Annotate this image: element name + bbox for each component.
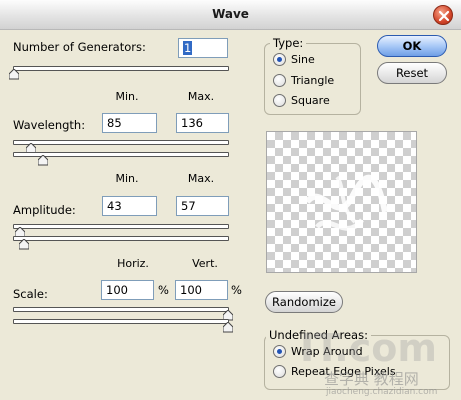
scale-vert-input[interactable]: 100 bbox=[175, 280, 228, 300]
amplitude-max-slider-thumb[interactable] bbox=[19, 239, 29, 250]
type-triangle-option[interactable]: Triangle bbox=[273, 74, 334, 87]
scale-label: Scale: bbox=[13, 287, 48, 301]
close-button[interactable] bbox=[433, 5, 453, 25]
scale-vert-unit: % bbox=[231, 283, 242, 297]
wavelength-label: Wavelength: bbox=[13, 118, 86, 132]
scale-vert-header: Vert. bbox=[192, 257, 218, 270]
wavelength-max-header: Max. bbox=[187, 90, 215, 103]
reset-button[interactable]: Reset bbox=[377, 62, 447, 84]
amplitude-max-input[interactable]: 57 bbox=[176, 196, 229, 216]
watermark-url: jiaocheng.chazidian.com bbox=[326, 387, 438, 397]
wavelength-min-input[interactable]: 85 bbox=[102, 113, 157, 133]
wavelength-max-input[interactable]: 136 bbox=[176, 113, 229, 133]
window-title: Wave bbox=[212, 7, 249, 21]
amplitude-max-header: Max. bbox=[187, 172, 215, 185]
title-bar: Wave bbox=[0, 0, 461, 30]
wave-dialog: Wave Number of Generators: 1 Min. Max. W… bbox=[0, 0, 461, 400]
wavelength-max-slider-thumb[interactable] bbox=[38, 155, 48, 166]
scale-vert-slider-track[interactable] bbox=[13, 319, 229, 324]
type-triangle-radio[interactable] bbox=[273, 74, 286, 87]
scale-horiz-unit: % bbox=[158, 283, 169, 297]
ok-button[interactable]: OK bbox=[377, 35, 447, 57]
type-square-radio[interactable] bbox=[273, 94, 286, 107]
generators-label: Number of Generators: bbox=[13, 40, 146, 54]
scale-horiz-header: Horiz. bbox=[117, 257, 149, 270]
generators-slider-track[interactable] bbox=[13, 66, 229, 71]
type-sine-label: Sine bbox=[291, 53, 315, 66]
wavelength-min-header: Min. bbox=[115, 90, 139, 103]
randomize-button[interactable]: Randomize bbox=[265, 291, 343, 313]
generators-input[interactable]: 1 bbox=[178, 38, 228, 58]
close-icon bbox=[438, 10, 450, 22]
scale-horiz-slider-track[interactable] bbox=[13, 307, 229, 312]
wave-preview-graphic bbox=[304, 174, 388, 231]
amplitude-max-slider-track[interactable] bbox=[13, 236, 229, 241]
watermark-cn: 查字典 教程网 bbox=[324, 370, 419, 388]
amplitude-min-input[interactable]: 43 bbox=[102, 196, 157, 216]
scale-vert-slider-thumb[interactable] bbox=[223, 322, 233, 333]
wave-preview bbox=[266, 131, 417, 273]
generators-value: 1 bbox=[183, 41, 193, 55]
watermark-logo: IT.com bbox=[300, 326, 437, 370]
type-square-option[interactable]: Square bbox=[273, 94, 330, 107]
amplitude-label: Amplitude: bbox=[13, 203, 76, 217]
type-sine-option[interactable]: Sine bbox=[273, 53, 315, 66]
wrap-around-radio[interactable] bbox=[273, 345, 286, 358]
type-square-label: Square bbox=[291, 94, 330, 107]
repeat-edge-radio[interactable] bbox=[273, 365, 286, 378]
type-group-label: Type: bbox=[270, 36, 307, 50]
type-sine-radio[interactable] bbox=[273, 53, 286, 66]
amplitude-min-header: Min. bbox=[115, 172, 139, 185]
type-triangle-label: Triangle bbox=[291, 74, 335, 87]
generators-slider-thumb[interactable] bbox=[9, 69, 19, 80]
scale-horiz-input[interactable]: 100 bbox=[101, 280, 154, 300]
amplitude-min-slider-track[interactable] bbox=[13, 224, 229, 229]
wavelength-min-slider-track[interactable] bbox=[13, 140, 229, 145]
